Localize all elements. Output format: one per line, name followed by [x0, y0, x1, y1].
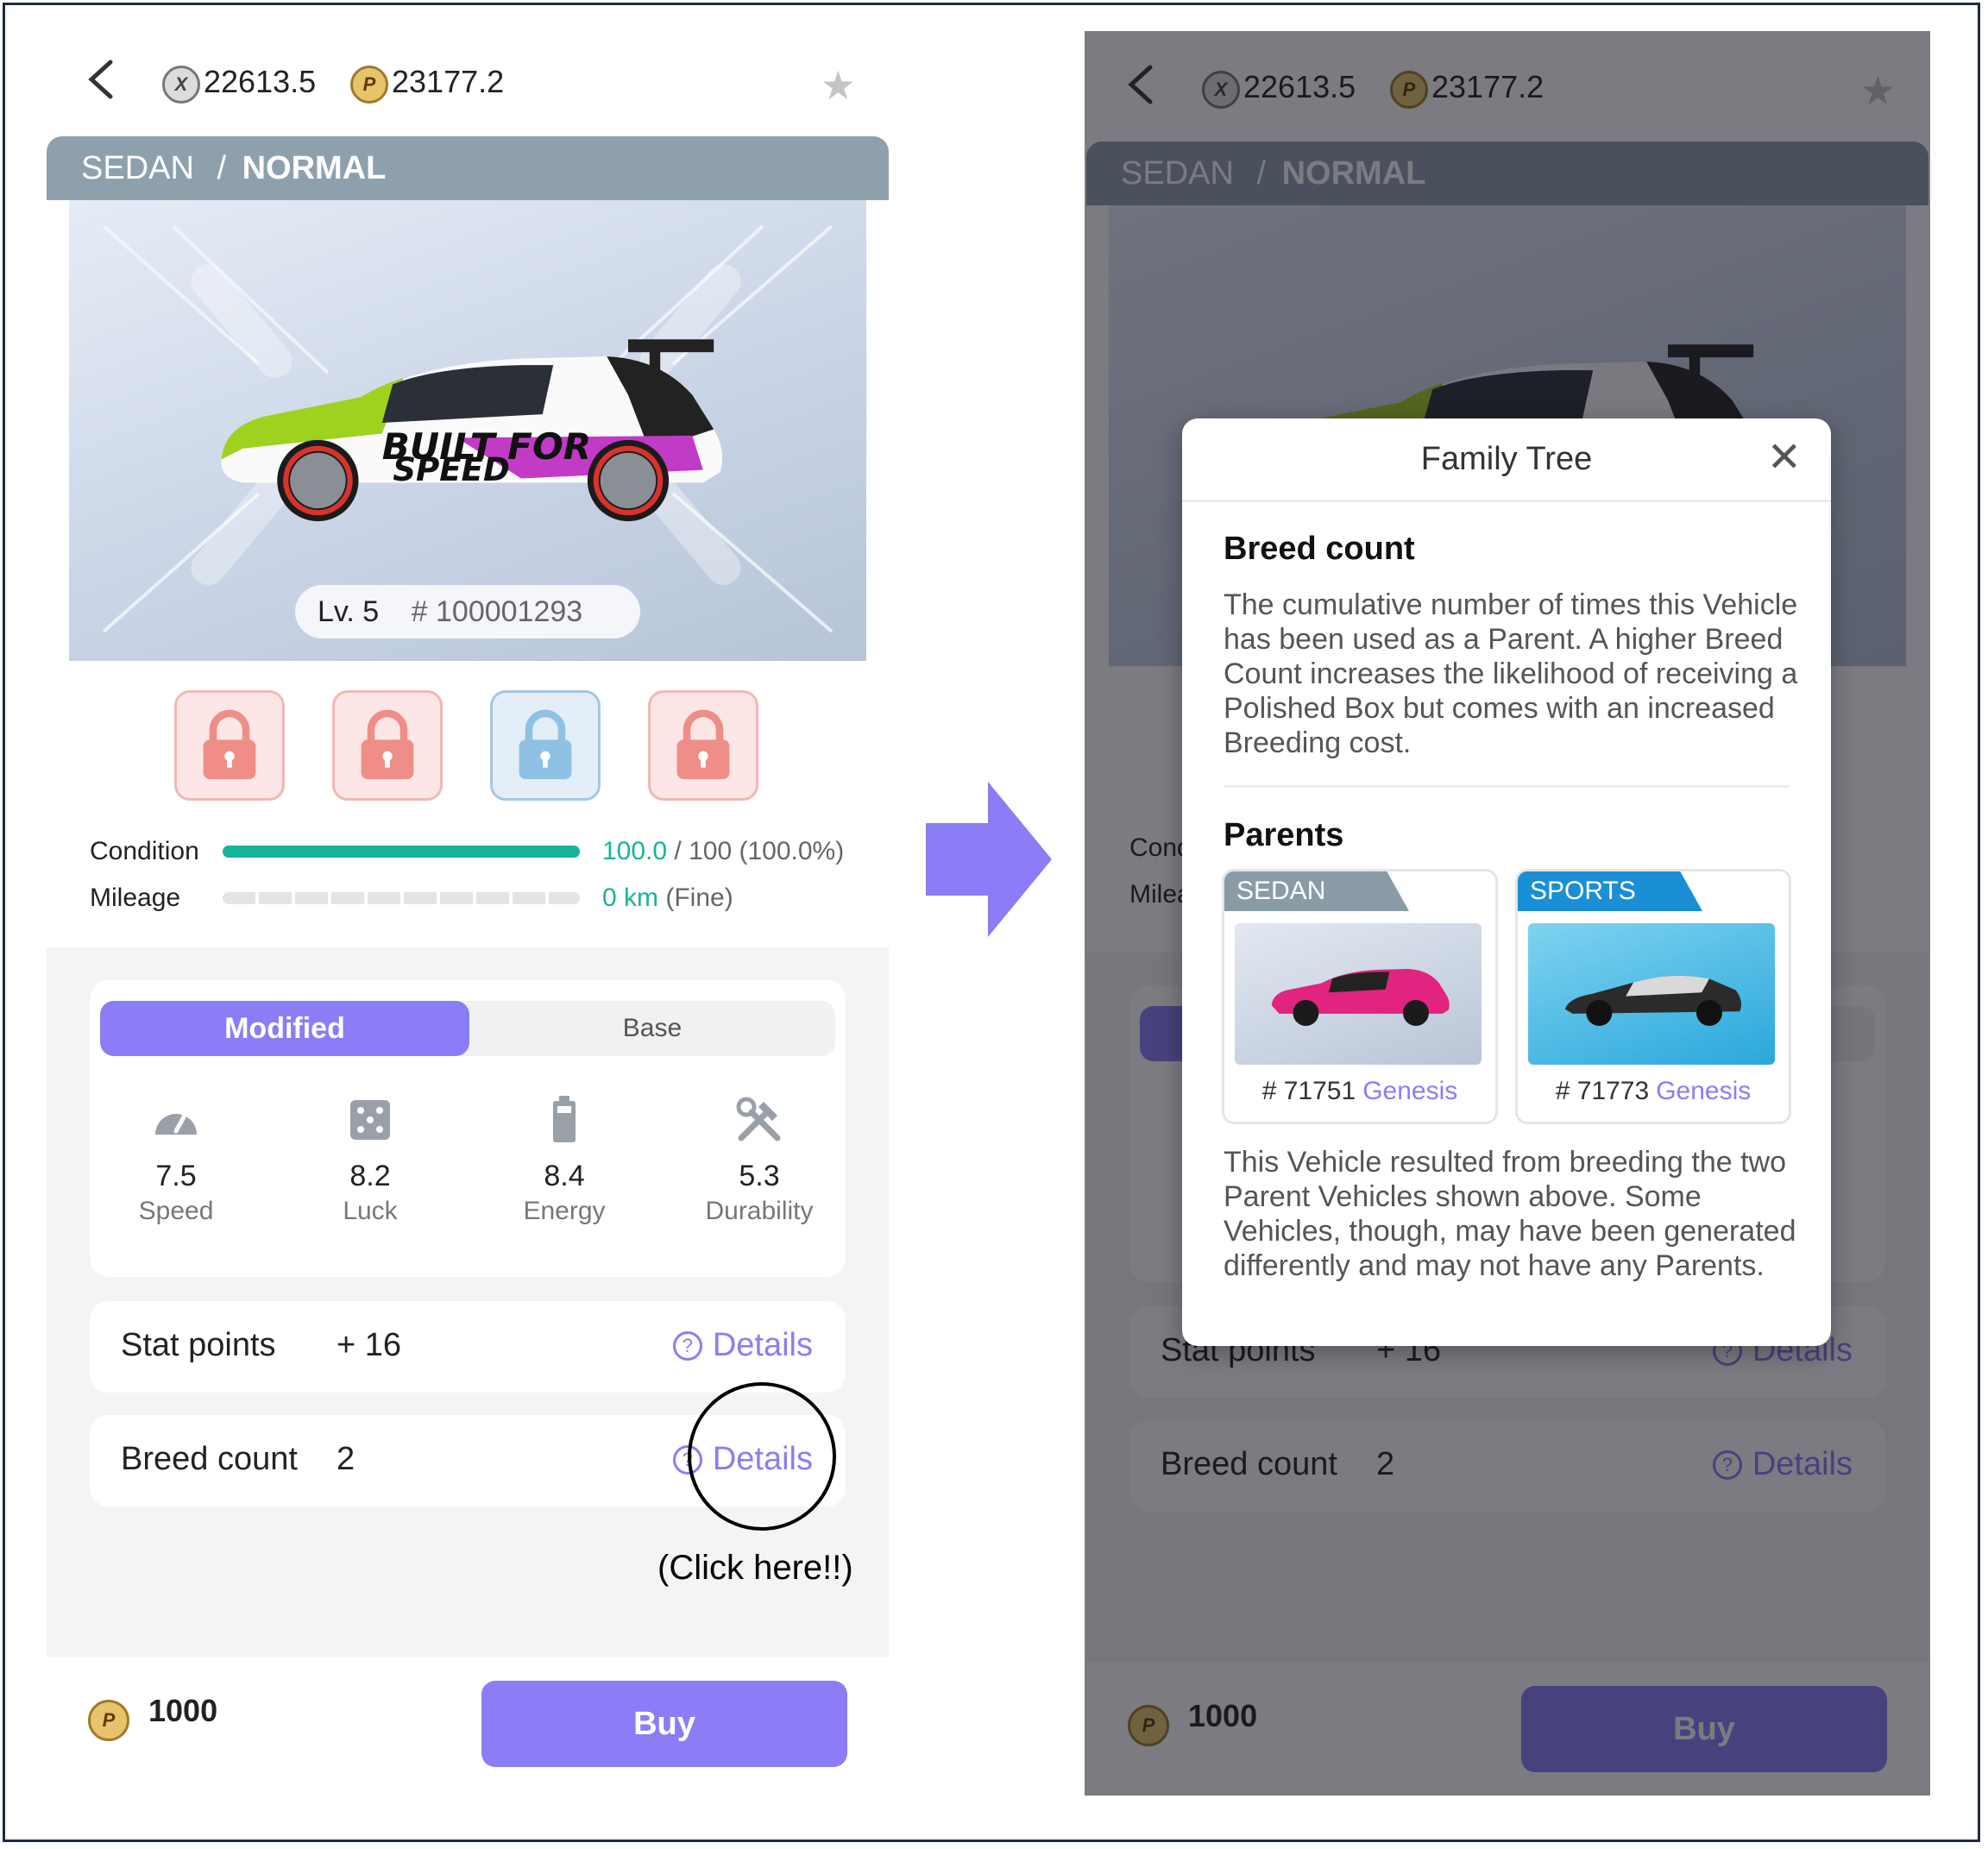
image-border — [3, 3, 1980, 1842]
